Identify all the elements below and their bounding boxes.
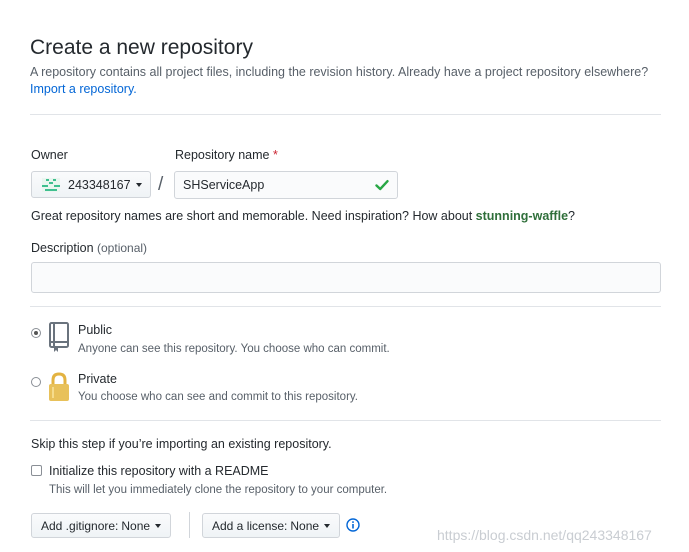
repo-book-icon bbox=[49, 322, 69, 352]
public-radio[interactable] bbox=[31, 328, 41, 338]
public-note: Anyone can see this repository. You choo… bbox=[78, 343, 390, 355]
page-subtitle: A repository contains all project files,… bbox=[30, 65, 649, 79]
skip-note: Skip this step if you’re importing an ex… bbox=[31, 437, 332, 451]
owner-select[interactable]: 243348167 bbox=[31, 171, 151, 198]
hint-text: Great repository names are short and mem… bbox=[31, 209, 476, 223]
description-label: Description (optional) bbox=[31, 241, 147, 255]
private-title: Private bbox=[78, 372, 117, 386]
import-repository-link[interactable]: Import a repository. bbox=[30, 82, 137, 96]
required-mark: * bbox=[272, 148, 278, 162]
repository-name-input[interactable] bbox=[174, 171, 398, 199]
chevron-down-icon bbox=[324, 523, 331, 528]
lock-icon bbox=[49, 372, 69, 401]
license-value: None bbox=[290, 518, 320, 533]
public-title: Public bbox=[78, 323, 113, 337]
divider-top bbox=[30, 114, 661, 115]
add-gitignore-button[interactable]: Add .gitignore: None bbox=[31, 513, 172, 538]
page-title: Create a new repository bbox=[30, 36, 253, 59]
optional-tag: (optional) bbox=[97, 241, 148, 255]
license-label: Add a license: bbox=[212, 518, 288, 533]
chevron-down-icon bbox=[155, 523, 162, 528]
divider-bottom bbox=[30, 420, 661, 421]
gitignore-value: None bbox=[121, 518, 151, 533]
private-radio[interactable] bbox=[31, 377, 41, 387]
owner-value: 243348167 bbox=[68, 177, 131, 192]
owner-label: Owner bbox=[31, 148, 68, 162]
repo-name-label: Repository name * bbox=[175, 148, 278, 162]
description-label-text: Description bbox=[31, 241, 94, 255]
divider-middle bbox=[30, 306, 661, 307]
readme-note: This will let you immediately clone the … bbox=[49, 484, 388, 496]
check-icon bbox=[375, 180, 389, 191]
description-input[interactable] bbox=[31, 262, 661, 293]
repo-name-label-text: Repository name bbox=[175, 148, 270, 162]
repo-name-hint: Great repository names are short and mem… bbox=[31, 209, 575, 223]
button-separator bbox=[189, 512, 190, 538]
info-icon[interactable] bbox=[346, 518, 360, 532]
readme-checkbox[interactable] bbox=[31, 465, 42, 476]
gitignore-label: Add .gitignore: bbox=[41, 518, 119, 533]
hint-suffix: ? bbox=[568, 209, 575, 223]
private-note: You choose who can see and commit to thi… bbox=[78, 391, 358, 403]
chevron-down-icon bbox=[135, 182, 142, 187]
readme-label[interactable]: Initialize this repository with a README bbox=[49, 464, 269, 478]
owner-repo-separator: / bbox=[158, 174, 164, 195]
add-license-button[interactable]: Add a license: None bbox=[202, 513, 341, 538]
suggested-name-link[interactable]: stunning-waffle bbox=[476, 209, 568, 223]
watermark: https://blog.csdn.net/qq243348167 bbox=[437, 527, 652, 543]
owner-avatar-icon bbox=[42, 177, 60, 192]
